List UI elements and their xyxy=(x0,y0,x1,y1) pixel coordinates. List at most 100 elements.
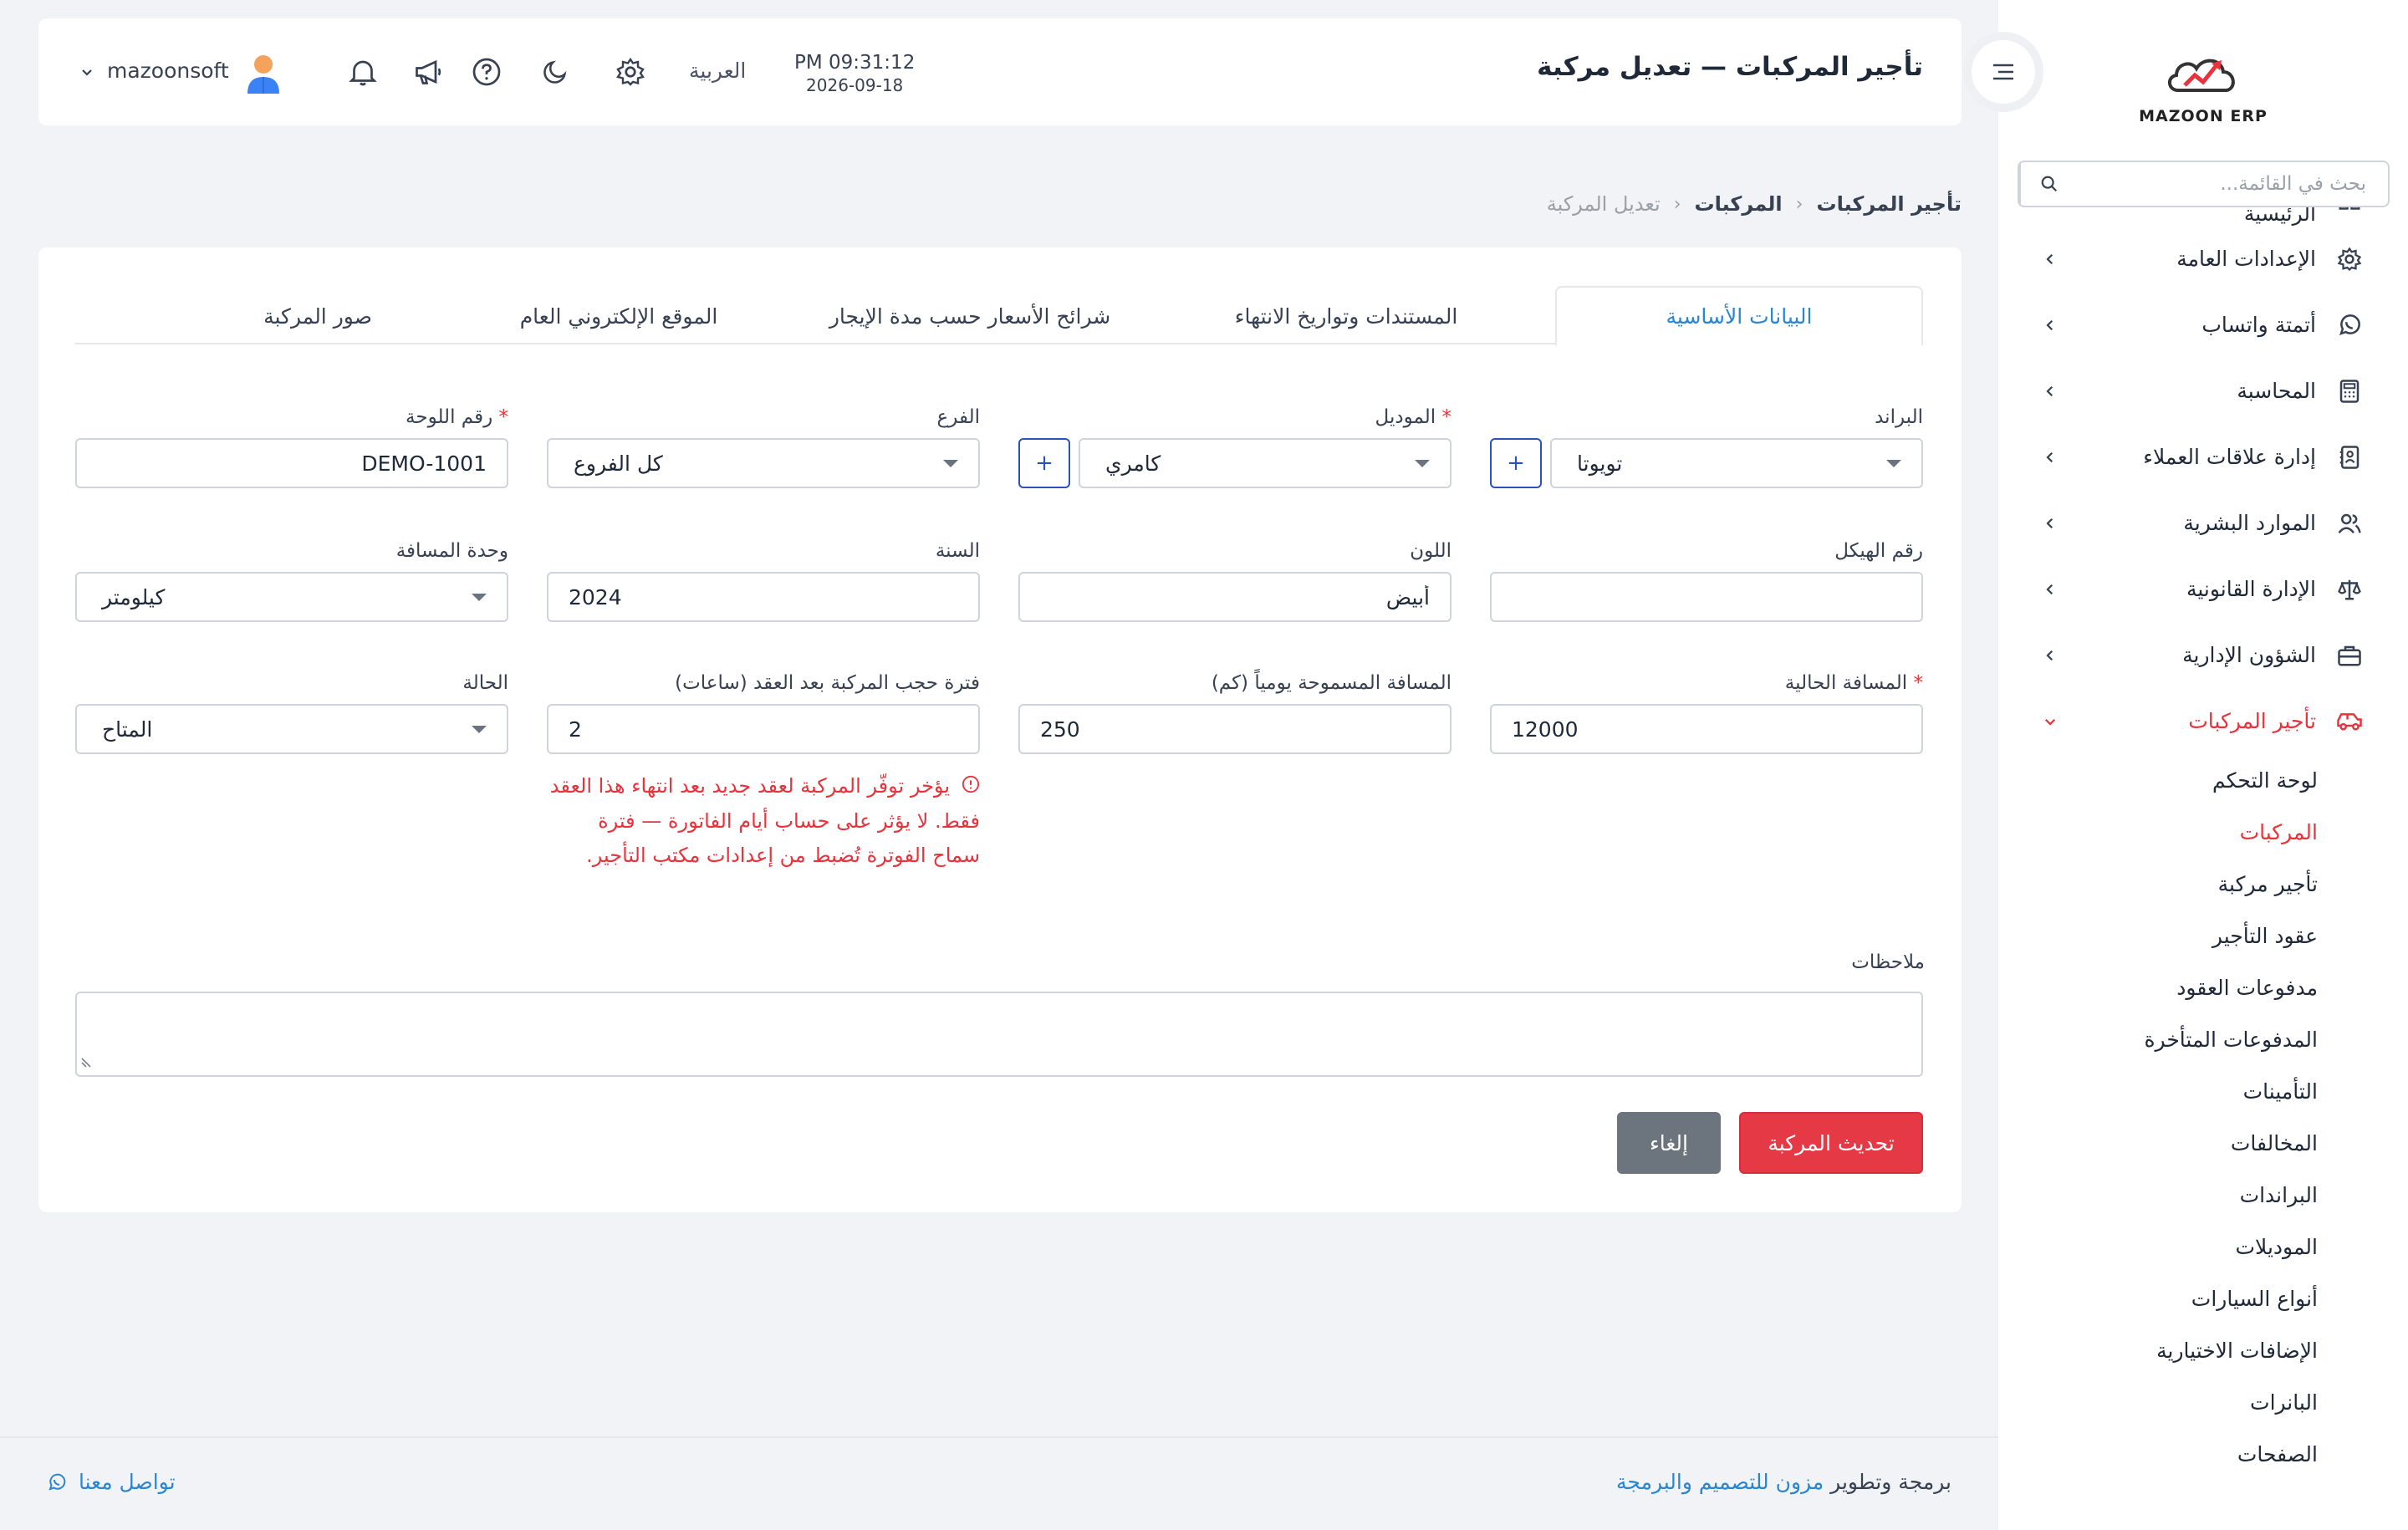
chassis-field: رقم الهيكل xyxy=(1490,540,1923,624)
clock: PM 09:31:12 2026-09-18 xyxy=(794,52,915,95)
resize-handle-icon[interactable] xyxy=(80,1056,92,1072)
daily-allowance-input[interactable] xyxy=(1018,704,1451,754)
announcements-button[interactable] xyxy=(411,55,445,89)
notifications-button[interactable] xyxy=(346,55,380,89)
update-vehicle-button[interactable]: تحديث المركبة xyxy=(1739,1112,1923,1174)
field-label: * المسافة الحالية xyxy=(1784,672,1923,694)
tab-price-tiers[interactable]: شرائح الأسعار حسب مدة الإيجار xyxy=(803,286,1137,346)
breadcrumb-item-vehicle-rental[interactable]: تأجير المركبات xyxy=(1816,192,1962,216)
field-label: وحدة المسافة xyxy=(395,540,508,562)
chevron-down-icon[interactable] xyxy=(80,65,94,81)
submenu-item-optional-addons[interactable]: الإضافات الاختيارية xyxy=(1998,1324,2318,1376)
hold-period-input[interactable] xyxy=(547,704,980,754)
info-circle-icon xyxy=(962,770,980,804)
submenu-item-banners[interactable]: البانرات xyxy=(1998,1376,2318,1428)
year-input[interactable] xyxy=(547,572,980,622)
caret-down-icon xyxy=(943,459,958,467)
notes-label: ملاحظات xyxy=(1851,951,1925,973)
sidebar-item-home[interactable]: الرئيسية xyxy=(1998,207,2408,226)
color-input[interactable] xyxy=(1018,572,1451,622)
submenu-item-rental-contracts[interactable]: عقود التأجير xyxy=(1998,910,2318,961)
submenu-item-pages[interactable]: الصفحات xyxy=(1998,1428,2318,1480)
sidebar-toggle-button[interactable] xyxy=(1963,32,2043,112)
chevron-down-icon xyxy=(2040,711,2060,732)
sidebar-search-input[interactable] xyxy=(2078,162,2388,206)
select-value: كامري xyxy=(1105,451,1161,476)
chevron-left-icon xyxy=(2040,645,2060,666)
breadcrumb-item-vehicles[interactable]: المركبات xyxy=(1695,192,1783,216)
submenu-item-late-payments[interactable]: المدفوعات المتأخرة xyxy=(1998,1013,2318,1065)
search-button[interactable] xyxy=(2019,162,2078,206)
tab-basic-data[interactable]: البيانات الأساسية xyxy=(1555,286,1923,346)
sidebar-item-general-settings[interactable]: الإعدادات العامة xyxy=(1998,226,2408,292)
brand-field: البراند تويوتا + xyxy=(1490,406,1923,490)
chevron-left-icon xyxy=(2040,315,2060,335)
field-label: السنة xyxy=(935,540,980,562)
add-brand-button[interactable]: + xyxy=(1490,438,1542,488)
submenu-item-contract-payments[interactable]: مدفوعات العقود xyxy=(1998,961,2318,1013)
language-switch[interactable]: العربية xyxy=(689,59,746,83)
gear-icon xyxy=(2334,244,2365,274)
color-field: اللون xyxy=(1018,540,1451,624)
caret-down-icon xyxy=(472,593,487,601)
sidebar-item-admin-affairs[interactable]: الشؤون الإدارية xyxy=(1998,622,2408,688)
sidebar-item-label: أتمتة واتساب xyxy=(2201,313,2316,337)
contact-us-link[interactable]: تواصل معنا xyxy=(47,1470,176,1494)
credit-link[interactable]: مزون للتصميم والبرمجة xyxy=(1616,1470,1824,1494)
chevron-left-icon xyxy=(2040,381,2060,401)
avatar[interactable] xyxy=(242,52,284,94)
submenu-item-rent-vehicle[interactable]: تأجير مركبة xyxy=(1998,858,2318,910)
home-icon xyxy=(2334,207,2365,226)
notes-textarea[interactable] xyxy=(75,992,1923,1077)
submenu-item-dashboard[interactable]: لوحة التحكم xyxy=(1998,754,2318,806)
branch-select[interactable]: كل الفروع xyxy=(547,438,980,488)
field-label: * رقم اللوحة xyxy=(406,406,508,428)
sidebar-item-label: الرئيسية xyxy=(2243,207,2316,226)
help-button[interactable] xyxy=(470,55,503,89)
moon-icon xyxy=(543,60,567,84)
submenu-item-insurances[interactable]: التأمينات xyxy=(1998,1065,2318,1117)
megaphone-icon xyxy=(416,59,441,84)
app-logo[interactable]: MAZOON ERP xyxy=(1998,25,2408,150)
chevron-left-icon: ‹ xyxy=(1795,193,1803,215)
year-field: السنة xyxy=(547,540,980,624)
tab-public-website[interactable]: الموقع الإلكتروني العام xyxy=(485,286,752,346)
submenu-item-car-types[interactable]: أنواع السيارات xyxy=(1998,1272,2318,1324)
current-mileage-input[interactable] xyxy=(1490,704,1923,754)
field-label: * الموديل xyxy=(1375,406,1451,428)
tab-documents[interactable]: المستندات وتواريخ الانتهاء xyxy=(1204,286,1488,346)
tab-vehicle-photos[interactable]: صور المركبة xyxy=(217,286,418,346)
sidebar-item-vehicle-rental[interactable]: تأجير المركبات xyxy=(1998,688,2408,754)
add-model-button[interactable]: + xyxy=(1018,438,1070,488)
sidebar-item-whatsapp[interactable]: أتمتة واتساب xyxy=(1998,292,2408,358)
sidebar-item-legal[interactable]: الإدارة القانونية xyxy=(1998,556,2408,622)
hold-period-hint: يؤخر توفّر المركبة لعقد جديد بعد انتهاء … xyxy=(547,769,980,873)
chevron-left-icon xyxy=(2040,447,2060,467)
submenu-item-violations[interactable]: المخالفات xyxy=(1998,1117,2318,1169)
sidebar-item-label: الإعدادات العامة xyxy=(2176,247,2316,271)
brand-select[interactable]: تويوتا xyxy=(1550,438,1923,488)
submenu-item-brands[interactable]: البراندات xyxy=(1998,1169,2318,1221)
submenu-item-vehicles[interactable]: المركبات xyxy=(1998,806,2318,858)
distance-unit-select[interactable]: كيلومتر xyxy=(75,572,508,622)
logo-text: MAZOON ERP xyxy=(2139,107,2268,125)
breadcrumb-item-current: تعديل المركبة xyxy=(1546,192,1661,216)
clock-time: PM 09:31:12 xyxy=(794,52,916,74)
sidebar-item-accounting[interactable]: المحاسبة xyxy=(1998,358,2408,424)
submenu-item-models[interactable]: الموديلات xyxy=(1998,1221,2318,1272)
dark-mode-toggle[interactable] xyxy=(538,55,572,89)
top-header: تأجير المركبات — تعديل مركبة PM 09:31:12… xyxy=(38,18,1962,125)
current-mileage-field: * المسافة الحالية xyxy=(1490,672,1923,756)
settings-button[interactable] xyxy=(614,55,647,89)
cancel-button[interactable]: إلغاء xyxy=(1617,1112,1721,1174)
model-select[interactable]: كامري xyxy=(1079,438,1451,488)
status-select[interactable]: المتاح xyxy=(75,704,508,754)
plate-number-input[interactable] xyxy=(75,438,508,488)
caret-down-icon xyxy=(472,725,487,733)
chassis-number-input[interactable] xyxy=(1490,572,1923,622)
sidebar-item-hr[interactable]: الموارد البشرية xyxy=(1998,490,2408,556)
sidebar: MAZOON ERP الرئيسية الإعدادات العامة xyxy=(1998,0,2408,1530)
username[interactable]: mazoonsoft xyxy=(107,59,229,83)
required-marker: * xyxy=(498,406,509,428)
sidebar-item-crm[interactable]: إدارة علاقات العملاء xyxy=(1998,424,2408,490)
